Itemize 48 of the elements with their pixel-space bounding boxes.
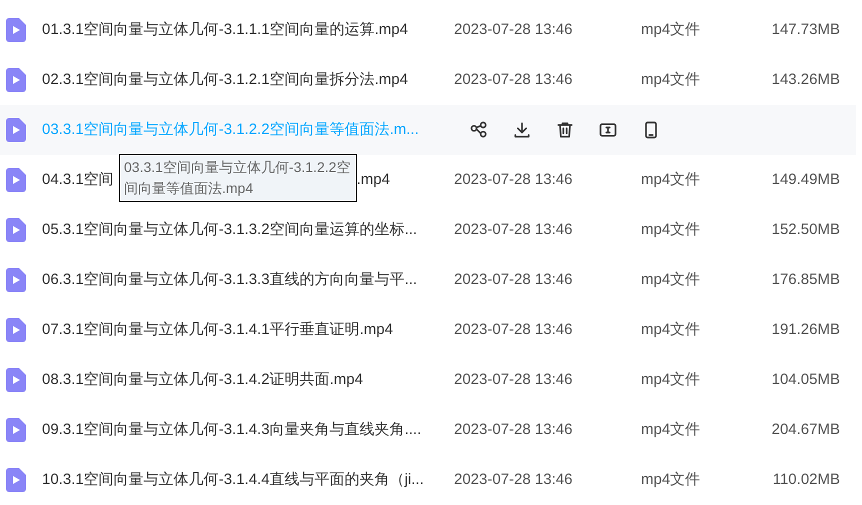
file-type: mp4文件 xyxy=(641,170,702,190)
file-size: 143.26MB xyxy=(770,70,840,90)
video-file-icon xyxy=(6,368,26,392)
file-size: 191.26MB xyxy=(770,320,840,340)
file-name: 01.3.1空间向量与立体几何-3.1.1.1空间向量的运算.mp4 xyxy=(42,21,408,38)
file-type: mp4文件 xyxy=(641,220,702,240)
file-size: 147.73MB xyxy=(770,20,840,40)
file-type: mp4文件 xyxy=(641,370,702,390)
file-date: 2023-07-28 13:46 xyxy=(454,70,574,90)
file-size: 149.49MB xyxy=(770,170,840,190)
video-file-icon xyxy=(6,18,26,42)
file-size: 110.02MB xyxy=(772,470,840,490)
video-file-icon xyxy=(6,268,26,292)
file-date: 2023-07-28 13:46 xyxy=(454,170,574,190)
file-size: 204.67MB xyxy=(770,420,840,440)
file-type: mp4文件 xyxy=(641,470,702,490)
file-name: 05.3.1空间向量与立体几何-3.1.3.2空间向量运算的坐标... xyxy=(42,221,418,238)
file-type: mp4文件 xyxy=(641,20,702,40)
video-file-icon xyxy=(6,418,26,442)
file-name: 09.3.1空间向量与立体几何-3.1.4.3向量夹角与直线夹角.... xyxy=(42,421,422,438)
file-type: mp4文件 xyxy=(641,70,702,90)
file-date: 2023-07-28 13:46 xyxy=(454,220,574,240)
file-size: 152.50MB xyxy=(770,220,840,240)
video-file-icon xyxy=(6,68,26,92)
file-size: 176.85MB xyxy=(770,270,840,290)
file-date: 2023-07-28 13:46 xyxy=(454,420,574,440)
video-file-icon xyxy=(6,218,26,242)
file-size: 104.05MB xyxy=(770,370,840,390)
file-date: 2023-07-28 13:46 xyxy=(454,470,574,490)
file-name: 10.3.1空间向量与立体几何-3.1.4.4直线与平面的夹角（ji... xyxy=(42,471,424,488)
file-date: 2023-07-28 13:46 xyxy=(454,370,574,390)
file-date: 2023-07-28 13:46 xyxy=(454,20,574,40)
video-file-icon xyxy=(6,118,26,142)
file-name: 07.3.1空间向量与立体几何-3.1.4.1平行垂直证明.mp4 xyxy=(42,321,393,338)
file-type: mp4文件 xyxy=(641,320,702,340)
video-file-icon xyxy=(6,468,26,492)
file-name: 02.3.1空间向量与立体几何-3.1.2.1空间向量拆分法.mp4 xyxy=(42,71,408,88)
file-date: 2023-07-28 13:46 xyxy=(454,320,574,340)
file-name: 08.3.1空间向量与立体几何-3.1.4.2证明共面.mp4 xyxy=(42,371,363,388)
file-name: 04.3.1空间 xyxy=(42,170,114,190)
file-type: mp4文件 xyxy=(641,420,702,440)
file-name: 06.3.1空间向量与立体几何-3.1.3.3直线的方向向量与平... xyxy=(42,271,418,288)
tooltip: 03.3.1空间向量与立体几何-3.1.2.2空间向量等值面法.mp4 xyxy=(119,154,357,202)
video-file-icon xyxy=(6,318,26,342)
file-name: .mp4 xyxy=(356,170,390,190)
file-type: mp4文件 xyxy=(641,270,702,290)
video-file-icon xyxy=(6,168,26,192)
file-date: 2023-07-28 13:46 xyxy=(454,270,574,290)
